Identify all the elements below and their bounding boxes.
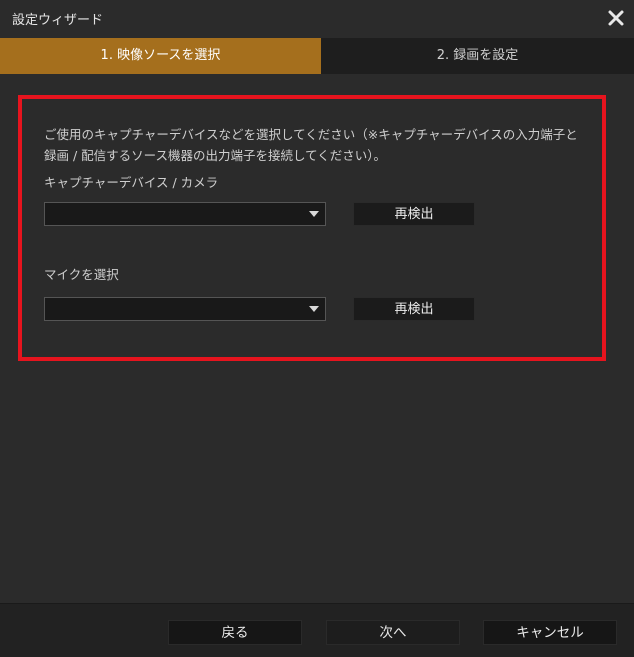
chevron-down-icon [309, 306, 319, 312]
window-title: 設定ウィザード [12, 13, 104, 28]
next-button[interactable]: 次へ [326, 620, 460, 645]
tab-select-video-source[interactable]: 1. 映像ソースを選択 [0, 38, 321, 74]
instruction-line-2: 録画 / 配信するソース機器の出力端子を接続してください）。 [44, 148, 387, 163]
wizard-steps: 1. 映像ソースを選択 2. 録画を設定 [0, 38, 634, 74]
footer-bar: 戻る 次へ キャンセル [0, 603, 634, 657]
camera-select[interactable] [44, 202, 326, 226]
mic-rescan-button[interactable]: 再検出 [353, 297, 475, 321]
instruction-line-1: ご使用のキャプチャーデバイスなどを選択してください（※キャプチャーデバイスの入力… [44, 127, 578, 142]
title-bar: 設定ウィザード [0, 0, 634, 38]
instruction-text: ご使用のキャプチャーデバイスなどを選択してください（※キャプチャーデバイスの入力… [44, 124, 604, 166]
cancel-button[interactable]: キャンセル [483, 620, 617, 645]
setup-wizard-window: 設定ウィザード 1. 映像ソースを選択 2. 録画を設定 ご使用のキャプチャーデ… [0, 0, 634, 657]
camera-rescan-button[interactable]: 再検出 [353, 202, 475, 226]
close-icon[interactable] [606, 8, 626, 28]
mic-label: マイクを選択 [44, 267, 119, 282]
tab-recording-settings[interactable]: 2. 録画を設定 [321, 38, 634, 74]
back-button[interactable]: 戻る [168, 620, 302, 645]
camera-label: キャプチャーデバイス / カメラ [44, 175, 219, 190]
chevron-down-icon [309, 211, 319, 217]
mic-select[interactable] [44, 297, 326, 321]
